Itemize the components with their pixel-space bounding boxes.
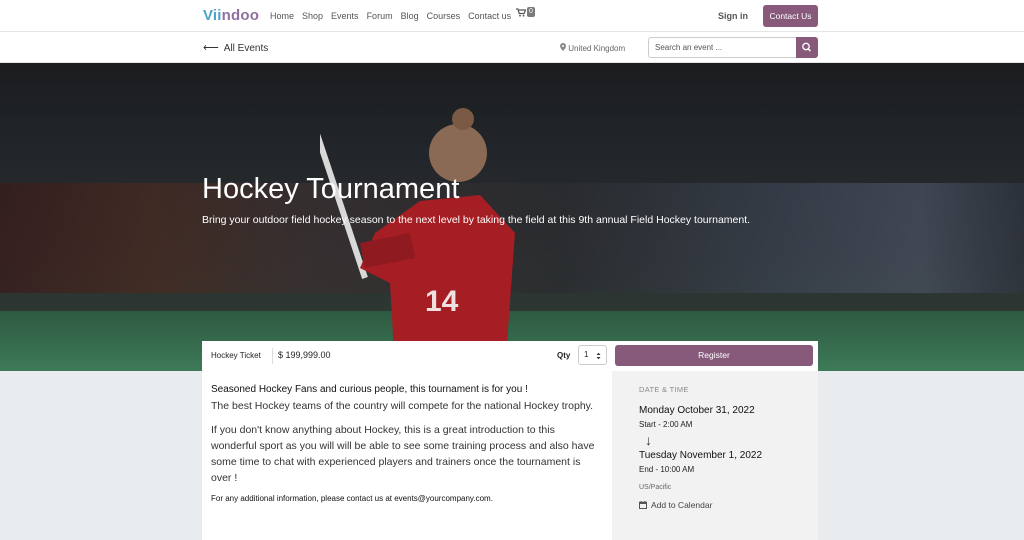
search-button[interactable] bbox=[796, 37, 818, 58]
cart-link[interactable]: 0 bbox=[516, 7, 535, 20]
all-events-link[interactable]: ⟵ All Events bbox=[203, 41, 268, 54]
menu-contact-us[interactable]: Contact us bbox=[468, 11, 511, 21]
arrow-down-icon: ↓ bbox=[645, 432, 652, 448]
timezone: US/Pacific bbox=[639, 484, 672, 491]
description-lead: Seasoned Hockey Fans and curious people,… bbox=[211, 384, 528, 395]
all-events-label: All Events bbox=[223, 43, 269, 54]
menu-shop[interactable]: Shop bbox=[302, 11, 323, 21]
ticket-divider bbox=[272, 348, 273, 364]
contact-us-button[interactable]: Contact Us bbox=[763, 5, 818, 27]
qty-select[interactable]: 1 bbox=[578, 345, 607, 365]
date-time-caption: DATE & TIME bbox=[639, 385, 689, 394]
brand-logo[interactable]: Viindoo bbox=[203, 7, 259, 24]
date-time-panel: DATE & TIME Monday October 31, 2022 Star… bbox=[612, 371, 818, 540]
location-filter[interactable]: United Kingdom bbox=[560, 43, 625, 53]
qty-label: Qty bbox=[557, 351, 571, 360]
contact-email-link[interactable]: events@yourcompany.com bbox=[394, 494, 490, 503]
add-to-calendar-label: Add to Calendar bbox=[651, 500, 713, 510]
hockey-player-illustration: 14 bbox=[320, 108, 515, 371]
ticket-registration-bar: Hockey Ticket $ 199,999.00 Qty 1 Registe… bbox=[202, 341, 818, 371]
location-label: United Kingdom bbox=[568, 44, 626, 53]
logo-part-2: ndoo bbox=[221, 7, 260, 24]
cart-icon bbox=[516, 8, 527, 17]
ticket-price: $ 199,999.00 bbox=[278, 350, 331, 360]
sign-in-link[interactable]: Sign in bbox=[718, 11, 748, 21]
description-paragraph-2: If you don't know anything about Hockey,… bbox=[211, 424, 595, 484]
map-marker-icon bbox=[560, 43, 566, 51]
arrow-left-icon: ⟵ bbox=[203, 42, 219, 54]
main-menu: Home Shop Events Forum Blog Courses Cont… bbox=[270, 11, 519, 21]
qty-value: 1 bbox=[584, 350, 589, 359]
event-title: Hockey Tournament bbox=[202, 173, 460, 205]
start-time: Start - 2:00 AM bbox=[639, 420, 693, 429]
contact-info-text: For any additional information, please c… bbox=[211, 494, 395, 503]
start-date: Monday October 31, 2022 bbox=[639, 405, 755, 416]
end-date: Tuesday November 1, 2022 bbox=[639, 450, 763, 461]
event-subtitle: Bring your outdoor field hockey season t… bbox=[202, 214, 751, 226]
description-paragraph-1: The best Hockey teams of the country wil… bbox=[211, 400, 594, 412]
svg-text:14: 14 bbox=[425, 285, 459, 318]
register-button[interactable]: Register bbox=[615, 345, 813, 366]
calendar-icon bbox=[639, 501, 647, 510]
cart-count-badge: 0 bbox=[527, 7, 535, 17]
end-time: End - 10:00 AM bbox=[639, 465, 695, 474]
menu-blog[interactable]: Blog bbox=[401, 11, 419, 21]
search-icon bbox=[802, 42, 812, 52]
menu-courses[interactable]: Courses bbox=[427, 11, 461, 21]
contact-info-end: . bbox=[490, 494, 493, 503]
events-subbar: ⟵ All Events United Kingdom bbox=[0, 32, 1024, 63]
menu-forum[interactable]: Forum bbox=[367, 11, 393, 21]
top-navbar: Viindoo Home Shop Events Forum Blog Cour… bbox=[0, 0, 1024, 32]
contact-info: For any additional information, please c… bbox=[211, 494, 603, 503]
ticket-name: Hockey Ticket bbox=[211, 351, 261, 360]
add-to-calendar-link[interactable]: Add to Calendar bbox=[639, 500, 791, 510]
sort-arrows-icon bbox=[596, 352, 601, 360]
event-description: Seasoned Hockey Fans and curious people,… bbox=[202, 371, 612, 540]
event-search-input[interactable] bbox=[648, 37, 796, 58]
menu-home[interactable]: Home bbox=[270, 11, 294, 21]
logo-part-1: Vii bbox=[203, 7, 222, 24]
event-cover-image: 14 Hockey Tournament Bring your outdoor … bbox=[0, 63, 1024, 371]
menu-events[interactable]: Events bbox=[331, 11, 359, 21]
